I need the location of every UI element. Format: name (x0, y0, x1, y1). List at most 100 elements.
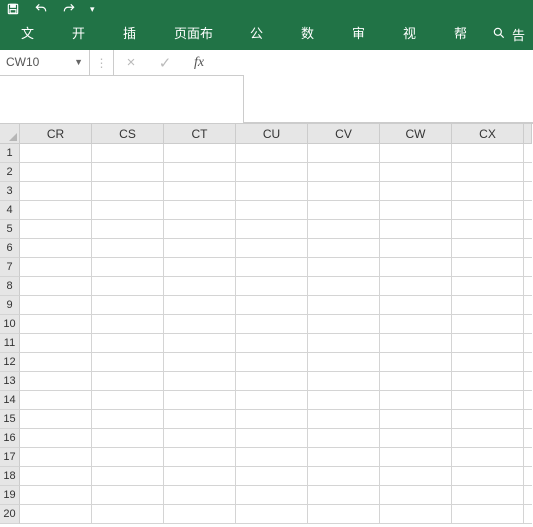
tab-data[interactable]: 数据 (288, 18, 339, 50)
row-header[interactable]: 9 (0, 296, 20, 315)
cell[interactable] (380, 505, 452, 524)
tab-view[interactable]: 视图 (390, 18, 441, 50)
cell[interactable] (452, 467, 524, 486)
cell[interactable] (308, 334, 380, 353)
cell[interactable] (20, 467, 92, 486)
save-icon[interactable] (6, 2, 20, 16)
cell[interactable] (20, 410, 92, 429)
cell[interactable] (164, 353, 236, 372)
column-header[interactable]: CS (92, 124, 164, 144)
cell[interactable] (308, 201, 380, 220)
cell[interactable] (524, 505, 532, 524)
row-header[interactable]: 13 (0, 372, 20, 391)
select-all-corner[interactable] (0, 124, 20, 144)
cell[interactable] (236, 372, 308, 391)
cell[interactable] (164, 334, 236, 353)
cell[interactable] (164, 429, 236, 448)
cell[interactable] (236, 201, 308, 220)
cell[interactable] (452, 391, 524, 410)
cell[interactable] (524, 391, 532, 410)
row-header[interactable]: 2 (0, 163, 20, 182)
cell[interactable] (236, 315, 308, 334)
cell[interactable] (20, 220, 92, 239)
cell[interactable] (92, 505, 164, 524)
row-header[interactable]: 14 (0, 391, 20, 410)
cell[interactable] (92, 410, 164, 429)
cell[interactable] (524, 486, 532, 505)
cell[interactable] (380, 296, 452, 315)
cell[interactable] (452, 239, 524, 258)
cell[interactable] (524, 334, 532, 353)
cell[interactable] (380, 239, 452, 258)
cell[interactable] (164, 505, 236, 524)
cell[interactable] (92, 353, 164, 372)
cell[interactable] (452, 163, 524, 182)
row-header[interactable]: 12 (0, 353, 20, 372)
cell[interactable] (452, 315, 524, 334)
cell[interactable] (20, 353, 92, 372)
cell[interactable] (452, 353, 524, 372)
cell[interactable] (380, 201, 452, 220)
cell[interactable] (20, 486, 92, 505)
tab-formulas[interactable]: 公式 (237, 18, 288, 50)
cell[interactable] (20, 296, 92, 315)
tell-me-label[interactable]: 告 (512, 25, 525, 44)
cell[interactable] (452, 334, 524, 353)
column-header[interactable]: CR (20, 124, 92, 144)
cell[interactable] (92, 296, 164, 315)
cell[interactable] (236, 258, 308, 277)
cell[interactable] (308, 486, 380, 505)
cell[interactable] (380, 486, 452, 505)
cell[interactable] (380, 334, 452, 353)
tab-insert[interactable]: 插入 (110, 18, 161, 50)
row-header[interactable]: 10 (0, 315, 20, 334)
cell[interactable] (452, 448, 524, 467)
cell[interactable] (308, 391, 380, 410)
cell[interactable] (308, 144, 380, 163)
cell[interactable] (452, 296, 524, 315)
cell[interactable] (20, 334, 92, 353)
cell[interactable] (524, 163, 532, 182)
cell[interactable] (524, 429, 532, 448)
cell[interactable] (380, 315, 452, 334)
cell[interactable] (236, 505, 308, 524)
tab-home[interactable]: 开始 (59, 18, 110, 50)
qat-customize-chevron-icon[interactable]: ▾ (90, 4, 95, 15)
cell[interactable] (308, 220, 380, 239)
cell[interactable] (20, 391, 92, 410)
cell[interactable] (452, 410, 524, 429)
cell[interactable] (20, 277, 92, 296)
cell[interactable] (236, 334, 308, 353)
cell[interactable] (308, 353, 380, 372)
formula-bar-input[interactable] (244, 50, 533, 123)
cell[interactable] (308, 467, 380, 486)
cell[interactable] (236, 296, 308, 315)
cell[interactable] (524, 315, 532, 334)
cell[interactable] (236, 448, 308, 467)
row-header[interactable]: 1 (0, 144, 20, 163)
cell[interactable] (524, 353, 532, 372)
cell[interactable] (92, 220, 164, 239)
cell[interactable] (92, 258, 164, 277)
cell[interactable] (380, 372, 452, 391)
name-box[interactable]: CW10 ▼ (0, 50, 90, 76)
cell[interactable] (20, 505, 92, 524)
cell[interactable] (380, 410, 452, 429)
cell[interactable] (164, 239, 236, 258)
name-box-chevron-icon[interactable]: ▼ (74, 57, 83, 67)
cell[interactable] (452, 220, 524, 239)
cell[interactable] (92, 239, 164, 258)
cell[interactable] (452, 277, 524, 296)
cell[interactable] (236, 239, 308, 258)
cell[interactable] (452, 505, 524, 524)
row-header[interactable]: 8 (0, 277, 20, 296)
cell[interactable] (92, 448, 164, 467)
cell[interactable] (92, 486, 164, 505)
column-header[interactable]: CW (380, 124, 452, 144)
formula-enter-button[interactable]: ✓ (148, 50, 182, 76)
cell[interactable] (236, 182, 308, 201)
cell[interactable] (92, 315, 164, 334)
cell[interactable] (236, 391, 308, 410)
cell[interactable] (308, 372, 380, 391)
cell[interactable] (164, 258, 236, 277)
